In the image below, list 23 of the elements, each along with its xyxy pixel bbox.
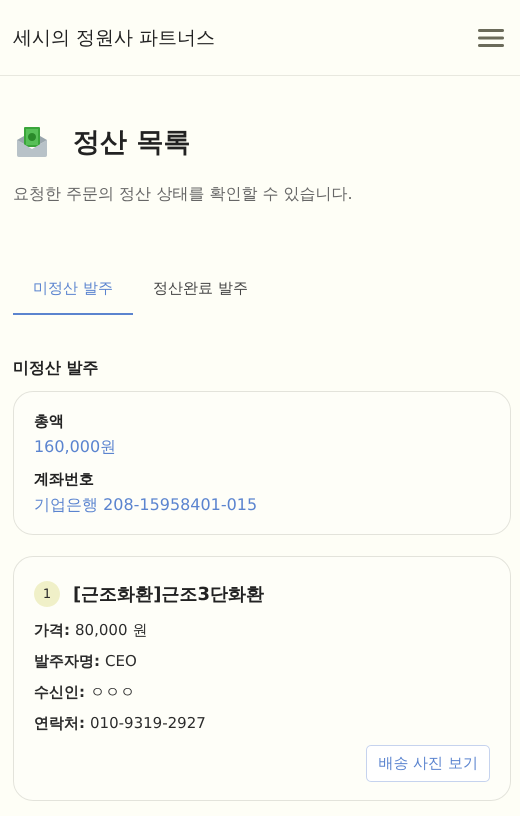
tab[interactable]: 미정산 발주 [13,265,133,315]
field-value: ㅇㅇㅇ [90,682,135,703]
order-number: 1 [34,581,60,607]
field-label: 연락처: [34,713,85,734]
summary-value: 160,000원 [34,437,118,458]
section-title: 미정산 발주 [13,358,100,379]
page-description: 요청한 주문의 정산 상태를 확인할 수 있습니다. [13,184,354,205]
view-photo-button[interactable]: 배송 사진 보기 [366,745,490,782]
site-title[interactable]: 세시의 정원사 파트너스 [13,24,216,50]
field-label: 발주자명: [34,651,100,672]
field-label: 가격: [34,620,70,641]
summary-value: 기업은행 208-15958401-015 [34,495,258,516]
field-value: 010-9319-2927 [90,713,206,734]
summary-label: 총액 [34,412,65,431]
tab[interactable]: 정산완료 발주 [133,265,268,315]
field-value: 80,000 원 [75,620,148,641]
page-title: 정산 목록 [73,126,190,160]
menu-icon[interactable] [478,28,504,48]
summary-label: 계좌번호 [34,470,95,489]
field-label: 수신인: [34,682,85,703]
field-value: CEO [105,651,137,672]
order-title: [근조화환]근조3단화환 [73,583,264,606]
money-envelope-icon [16,126,48,158]
